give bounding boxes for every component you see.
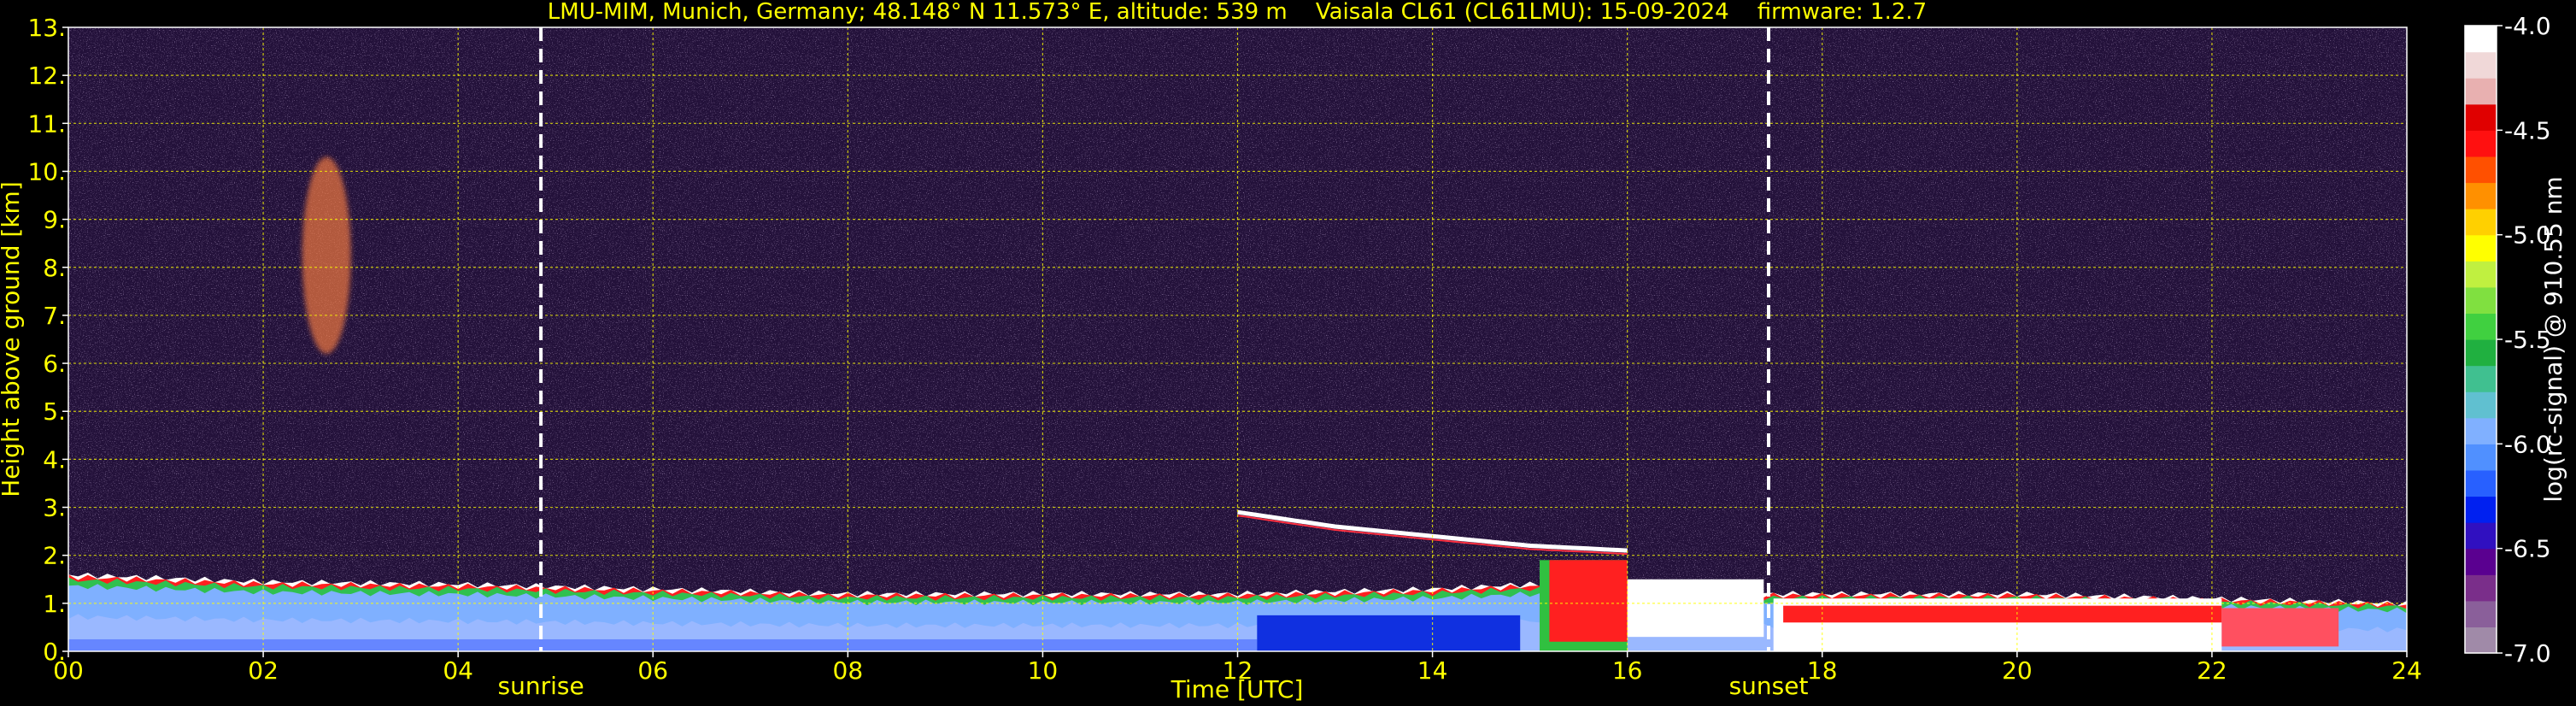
colorbar-tick-label: -4.5 (2504, 116, 2551, 144)
colorbar-segment (2465, 261, 2497, 288)
colorbar-segment (2465, 469, 2497, 497)
x-tick-label: 08 (833, 656, 864, 685)
chart-title: LMU-MIM, Munich, Germany; 48.148° N 11.5… (548, 0, 1927, 25)
colorbar-segment (2465, 339, 2497, 367)
ceilometer-chart: LMU-MIM, Munich, Germany; 48.148° N 11.5… (0, 0, 2567, 703)
y-tick-label: 5. (43, 397, 66, 426)
y-axis-ticks: 0. 1. 2. 3. 4. 5. 6. 7. 8. 9. 10. 11. 12. 13. (27, 14, 68, 666)
colorbar-tick-label: -7.0 (2504, 639, 2551, 668)
colorbar-segment (2465, 26, 2497, 53)
colorbar-segment (2465, 78, 2497, 105)
y-tick-label: 7. (43, 302, 66, 330)
x-tick-label: 04 (443, 656, 473, 685)
colorbar-segment (2465, 156, 2497, 184)
colorbar-segment (2465, 51, 2497, 79)
colorbar-segment (2465, 182, 2497, 209)
colorbar-segment (2465, 627, 2497, 654)
colorbar-segment (2465, 548, 2497, 575)
colorbar-segment (2465, 600, 2497, 628)
x-tick-label: 22 (2197, 656, 2227, 685)
cloud-region (2221, 608, 2339, 647)
colorbar-segment (2465, 234, 2497, 262)
colorbar: -7.0-6.5-6.0-5.5-5.0-4.5-4.0 (2464, 12, 2551, 668)
colorbar-segment (2465, 444, 2497, 471)
x-tick-label: 06 (637, 656, 668, 685)
colorbar-segment (2465, 365, 2497, 392)
colorbar-segment (2465, 286, 2497, 315)
x-tick-label: 14 (1417, 656, 1448, 685)
x-tick-label: 24 (2391, 656, 2422, 685)
x-tick-label: 16 (1612, 656, 1643, 685)
x-tick-label: 10 (1028, 656, 1059, 685)
colorbar-segment (2465, 574, 2497, 602)
colorbar-tick-label: -4.0 (2504, 12, 2551, 40)
y-tick-label: 13. (27, 14, 66, 42)
colorbar-segment (2465, 209, 2497, 236)
y-tick-label: 1. (43, 590, 66, 618)
colorbar-tick-label: -6.5 (2504, 535, 2551, 563)
sunset-label: sunset (1729, 672, 1809, 700)
x-tick-label: 18 (1807, 656, 1838, 685)
x-axis-label: Time [UTC] (1171, 675, 1304, 703)
colorbar-segment (2465, 130, 2497, 157)
x-tick-label: 20 (2002, 656, 2033, 685)
y-axis-label: Height above ground [km] (0, 181, 25, 497)
y-tick-label: 11. (27, 109, 66, 138)
y-tick-label: 0. (43, 638, 66, 666)
colorbar-label: log(rc-signal) @ 910.55 nm (2539, 176, 2567, 502)
y-tick-label: 2. (43, 542, 66, 570)
cloud-region (1627, 579, 1764, 638)
y-tick-label: 8. (43, 254, 66, 282)
y-tick-label: 9. (43, 206, 66, 234)
colorbar-segment (2465, 522, 2497, 550)
colorbar-segment (2465, 391, 2497, 419)
cloud-region (1549, 560, 1628, 642)
colorbar-segment (2465, 103, 2497, 131)
plot-area (68, 27, 2407, 651)
y-tick-label: 10. (27, 157, 66, 185)
y-tick-label: 3. (43, 494, 66, 522)
sunrise-label: sunrise (498, 672, 584, 700)
surface-layer (68, 638, 1258, 651)
colorbar-segment (2465, 417, 2497, 444)
dense-aerosol-layer (1257, 615, 1521, 651)
colorbar-segment (2465, 313, 2497, 340)
colorbar-segment (2465, 496, 2497, 523)
cirrus-cloud (302, 156, 351, 354)
x-tick-label: 02 (248, 656, 279, 685)
cloud-region (1783, 605, 2222, 623)
y-tick-label: 4. (43, 445, 66, 474)
y-tick-label: 12. (27, 62, 66, 90)
y-tick-label: 6. (43, 350, 66, 378)
